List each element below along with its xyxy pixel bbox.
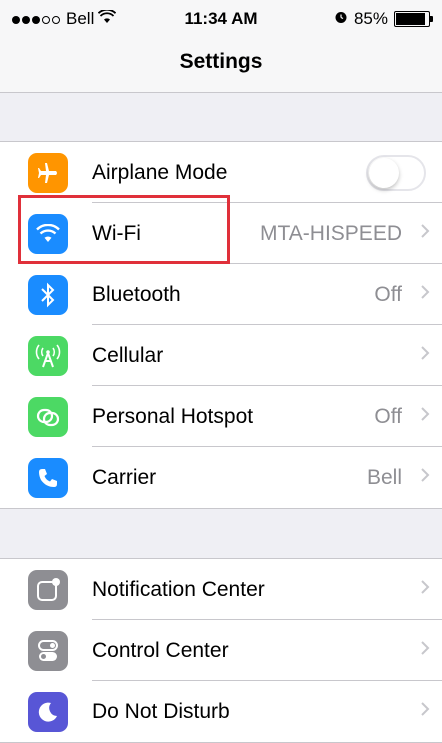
- airplane-icon: [28, 152, 68, 193]
- settings-row-carrier[interactable]: Carrier Bell: [0, 447, 442, 508]
- page-title: Settings: [179, 50, 263, 73]
- status-right: 85%: [334, 9, 433, 29]
- chevron-right-icon: [420, 579, 430, 600]
- wifi-highlight-box: [18, 195, 230, 264]
- row-value: Off: [374, 282, 402, 306]
- battery-icon: [394, 11, 433, 27]
- settings-row-do-not-disturb[interactable]: Do Not Disturb: [0, 681, 442, 742]
- row-label: Personal Hotspot: [92, 404, 254, 428]
- control-center-icon: [28, 630, 68, 671]
- settings-row-personal-hotspot[interactable]: Personal Hotspot Off: [0, 386, 442, 447]
- row-label: Cellular: [92, 343, 164, 367]
- row-value: MTA-HISPEED: [260, 221, 402, 245]
- settings-group-system: Notification Center Control Center Do Not …: [0, 558, 442, 743]
- settings-row-cellular[interactable]: Cellular: [0, 325, 442, 386]
- bluetooth-icon: [28, 274, 68, 315]
- row-value: Off: [374, 404, 402, 428]
- battery-percent: 85%: [353, 9, 388, 28]
- airplane-mode-toggle[interactable]: [366, 154, 426, 191]
- row-label: Carrier: [92, 465, 157, 489]
- chevron-right-icon: [420, 223, 430, 244]
- status-bar: Bell 11:34 AM 85%: [0, 0, 442, 40]
- notification-center-icon: [28, 569, 68, 610]
- settings-row-bluetooth[interactable]: Bluetooth Off: [0, 264, 442, 325]
- chevron-right-icon: [420, 467, 430, 488]
- toggle-knob: [369, 157, 399, 188]
- row-label: Control Center: [92, 638, 229, 662]
- moon-icon: [28, 691, 68, 732]
- chevron-right-icon: [420, 406, 430, 427]
- top-bar: Bell 11:34 AM 85% Settings: [0, 0, 442, 93]
- settings-row-control-center[interactable]: Control Center: [0, 620, 442, 681]
- row-label: Notification Center: [92, 577, 265, 601]
- chevron-right-icon: [420, 345, 430, 366]
- cellular-icon: [28, 335, 68, 376]
- row-label: Airplane Mode: [92, 160, 228, 184]
- chevron-right-icon: [420, 701, 430, 722]
- settings-row-notification-center[interactable]: Notification Center: [0, 559, 442, 620]
- chevron-right-icon: [420, 284, 430, 305]
- row-label: Bluetooth: [92, 282, 181, 306]
- row-label: Do Not Disturb: [92, 699, 230, 723]
- alarm-icon: [334, 9, 348, 29]
- chevron-right-icon: [420, 640, 430, 661]
- hotspot-icon: [28, 396, 68, 437]
- phone-icon: [28, 457, 68, 498]
- row-value: Bell: [366, 465, 402, 489]
- settings-row-airplane-mode[interactable]: Airplane Mode: [0, 142, 442, 203]
